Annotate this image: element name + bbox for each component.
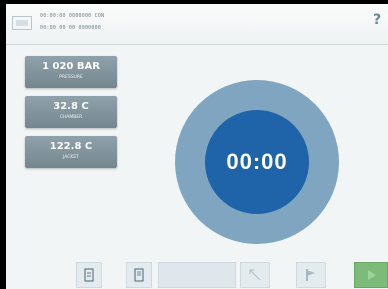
door-icon bbox=[84, 268, 94, 282]
pressure-label: PRESSURE bbox=[59, 75, 83, 80]
expand-button[interactable] bbox=[240, 262, 270, 288]
timer-ring: 00:00 bbox=[175, 80, 339, 244]
chamber-temp-tile: 32.8 C CHAMBER bbox=[25, 96, 117, 128]
flag-icon bbox=[306, 269, 315, 281]
start-button[interactable] bbox=[354, 262, 388, 288]
book-icon bbox=[134, 268, 144, 282]
jacket-temp-value: 122.8 C bbox=[49, 141, 93, 152]
jacket-temp-label: JACKET bbox=[63, 155, 79, 160]
chamber-temp-label: CHAMBER bbox=[59, 115, 83, 120]
chamber-temp-value: 32.8 C bbox=[53, 101, 89, 112]
door-button[interactable] bbox=[76, 262, 102, 288]
help-icon[interactable]: ? bbox=[370, 12, 384, 28]
flag-button[interactable] bbox=[296, 262, 326, 288]
pressure-value: 1 020 BAR bbox=[42, 61, 100, 72]
pressure-tile: 1 020 BAR PRESSURE bbox=[25, 56, 117, 88]
log-button[interactable] bbox=[126, 262, 152, 288]
blank-panel bbox=[158, 262, 236, 288]
header-status-line-1: 00:00:00 0000000 CON bbox=[40, 13, 105, 19]
expand-icon bbox=[249, 269, 261, 281]
header-bar: 00:00:00 0000000 CON 00:00 00 00 0000000… bbox=[6, 4, 388, 45]
logo-icon bbox=[12, 16, 32, 30]
jacket-temp-tile: 122.8 C JACKET bbox=[25, 136, 117, 168]
bottom-toolbar bbox=[6, 259, 388, 289]
timer-display: 00:00 bbox=[205, 110, 309, 214]
header-status-line-2: 00:00 00 00 0000000 bbox=[40, 25, 101, 31]
machine-screen: 00:00:00 0000000 CON 00:00 00 00 0000000… bbox=[6, 4, 388, 289]
play-icon bbox=[368, 270, 376, 280]
